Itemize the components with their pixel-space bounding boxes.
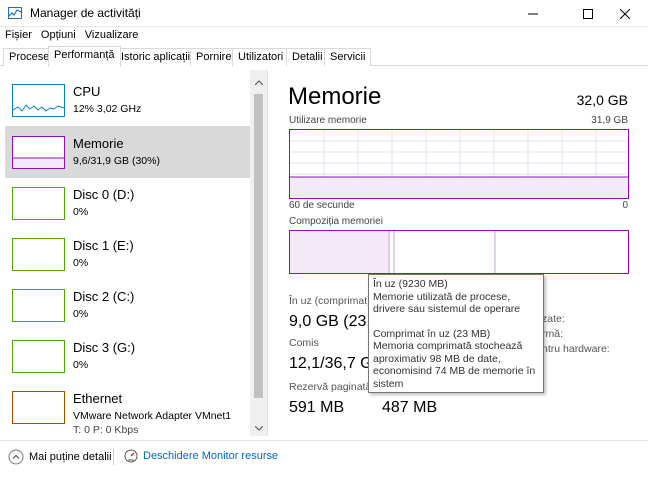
device-name: Ethernet (73, 391, 123, 406)
cached-value: 591 MB (289, 399, 345, 416)
memory-sparkline (13, 157, 64, 168)
menu-bar: Fișier Opțiuni Vizualizare (0, 27, 648, 45)
disk-thumbnail (12, 340, 65, 373)
scroll-down-button[interactable] (250, 420, 267, 437)
scroll-up-button[interactable] (250, 74, 267, 91)
committed-label: Comis (289, 337, 319, 349)
time-span-label: 60 de secunde (289, 200, 355, 211)
tab-users[interactable]: Utilizatori (232, 48, 290, 66)
device-item-ethernet[interactable]: Ethernet VMware Network Adapter VMnet1 T… (5, 381, 250, 436)
scroll-thumb[interactable] (254, 94, 263, 398)
cached-label: Rezervă paginată (289, 381, 372, 393)
chevron-up-icon (254, 80, 263, 85)
fewer-details-label: Mai puține detalii (29, 451, 112, 463)
tooltip-compressed-desc: Memoria comprimată stochează aproximativ… (373, 340, 536, 390)
window-title: Manager de activități (30, 6, 141, 20)
device-name: Disc 0 (D:) (73, 187, 135, 202)
device-subtitle: 0% (73, 257, 89, 269)
tooltip-in-use-desc: Memorie utilizată de procese, drivere sa… (373, 290, 521, 316)
device-item-memory[interactable]: Memorie 9,6/31,9 GB (30%) (5, 126, 250, 178)
right-stat-label-3: ntru hardware: (542, 343, 610, 355)
disk-thumbnail (12, 289, 65, 322)
memory-total: 32,0 GB (576, 92, 628, 108)
device-subtitle: 0% (73, 206, 89, 218)
tab-performance[interactable]: Performanță (48, 46, 121, 67)
footer-divider (113, 449, 114, 465)
menu-view[interactable]: Vizualizare (80, 27, 143, 45)
cpu-sparkline (12, 104, 65, 112)
close-icon (620, 8, 630, 19)
title-bar: Manager de activități (0, 0, 648, 27)
chevron-down-icon (254, 426, 263, 431)
device-item-disk2[interactable]: Disc 2 (C:) 0% (5, 279, 250, 331)
device-subtitle: 9,6/31,9 GB (30%) (73, 155, 160, 167)
committed-value: 12,1/36,7 G (289, 355, 373, 372)
menu-options[interactable]: Opțiuni (36, 27, 80, 45)
close-button[interactable] (602, 0, 648, 27)
usage-label: Utilizare memorie (289, 115, 367, 126)
in-use-label: În uz (comprimat) (289, 295, 371, 307)
device-subtitle-2: T: 0 P: 0 Kbps (73, 424, 139, 436)
device-item-disk0[interactable]: Disc 0 (D:) 0% (5, 177, 250, 229)
memory-usage-graph-svg (290, 130, 628, 198)
device-list-scrollbar[interactable] (250, 70, 267, 436)
task-manager-icon (8, 7, 22, 19)
usage-max-label: 31,9 GB (591, 115, 628, 126)
memory-composition-svg (290, 231, 496, 273)
cpu-thumbnail (12, 84, 65, 117)
device-subtitle: 0% (73, 359, 89, 371)
device-item-disk1[interactable]: Disc 1 (E:) 0% (5, 228, 250, 280)
footer: Mai puține detalii Deschidere Monitor re… (0, 440, 648, 477)
right-stat-label-1: zate: (542, 313, 565, 325)
menu-file[interactable]: Fișier (0, 27, 36, 45)
device-item-cpu[interactable]: CPU 12% 3,02 GHz (5, 74, 250, 126)
chevron-up-circle-icon (8, 449, 24, 465)
minimize-icon (528, 13, 538, 14)
ethernet-thumbnail (12, 391, 65, 424)
resource-monitor-icon (124, 449, 138, 463)
device-subtitle: 0% (73, 308, 89, 320)
tab-app-history[interactable]: Istoric aplicații (115, 48, 197, 66)
disk-thumbnail (12, 187, 65, 220)
time-zero-label: 0 (622, 200, 628, 211)
tab-startup[interactable]: Pornire (190, 48, 238, 66)
composition-tooltip: În uz (9230 MB) Memorie utilizată de pro… (368, 274, 544, 393)
fewer-details-button[interactable]: Mai puține detalii (8, 449, 112, 465)
right-stat-label-2: rmă: (542, 328, 563, 340)
tooltip-in-use-title: În uz (9230 MB) (373, 278, 448, 290)
tab-strip: Procese Performanță Istoric aplicații Po… (0, 46, 648, 67)
page-title: Memorie (288, 83, 382, 110)
memory-composition-bar[interactable] (289, 230, 629, 274)
minimize-button[interactable] (510, 0, 556, 27)
tab-details[interactable]: Detalii (286, 48, 329, 66)
device-item-disk3[interactable]: Disc 3 (G:) 0% (5, 330, 250, 382)
device-subtitle: VMware Network Adapter VMnet1 (73, 410, 232, 422)
device-name: Disc 2 (C:) (73, 289, 135, 304)
in-use-value: 9,0 GB (23, (289, 313, 371, 330)
disk-thumbnail (12, 238, 65, 271)
device-name: Disc 1 (E:) (73, 238, 134, 253)
device-subtitle: 12% 3,02 GHz (73, 103, 142, 115)
device-name: CPU (73, 84, 101, 99)
device-list: CPU 12% 3,02 GHz Memorie 9,6/31,9 GB (30… (3, 70, 268, 436)
memory-usage-graph (289, 129, 629, 199)
tooltip-compressed-title: Comprimat în uz (23 MB) (373, 327, 491, 340)
nonpaged-value: 487 MB (382, 399, 438, 416)
memory-thumbnail (12, 136, 65, 169)
open-resource-monitor-link[interactable]: Deschidere Monitor resurse (124, 449, 278, 463)
device-name: Disc 3 (G:) (73, 340, 136, 355)
composition-label: Compoziția memoriei (289, 216, 383, 227)
maximize-icon (583, 8, 593, 19)
tab-services[interactable]: Servicii (324, 48, 372, 66)
open-resource-monitor-label: Deschidere Monitor resurse (143, 450, 279, 462)
device-name: Memorie (73, 136, 124, 151)
